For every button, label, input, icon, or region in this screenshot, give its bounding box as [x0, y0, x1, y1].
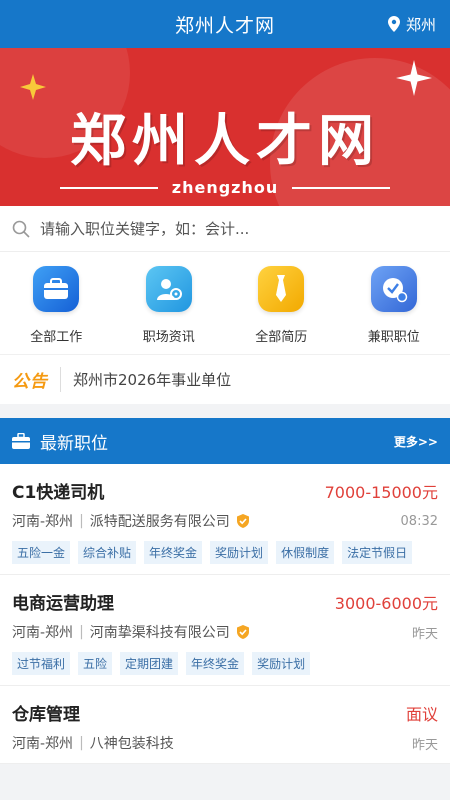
job-tags: 五险一金 综合补贴 年终奖金 奖励计划 休假制度 法定节假日: [12, 541, 438, 564]
job-title: 仓库管理: [12, 705, 80, 725]
banner-subtitle-row: zhengzhou: [60, 178, 391, 197]
announcement-badge: 公告: [12, 367, 61, 392]
location-pin-icon: [387, 16, 400, 32]
job-location: 河南-郑州: [12, 625, 74, 641]
quick-link-label: 全部工作: [30, 330, 83, 345]
page-title: 郑州人才网: [174, 14, 275, 37]
job-post-time: 昨天: [411, 737, 438, 753]
job-location: 河南-郑州: [12, 736, 74, 752]
company-name: 八神包装科技: [89, 736, 174, 752]
user-info-icon: [145, 266, 192, 312]
announcement-text[interactable]: 郑州市2026年事业单位: [73, 369, 231, 390]
job-tag: 休假制度: [276, 541, 335, 564]
briefcase-icon: [12, 433, 30, 449]
latest-jobs-header: 最新职位 更多>>: [0, 418, 450, 464]
job-tag: 过节福利: [12, 652, 71, 675]
quick-link-career-news[interactable]: 职场资讯: [124, 266, 214, 345]
job-tag: 综合补贴: [78, 541, 137, 564]
banner-subtitle: zhengzhou: [171, 178, 279, 197]
job-location: 河南-郑州: [12, 514, 74, 530]
job-card[interactable]: 电商运营助理 3000-6000元 河南-郑州 | 河南挚渠科技有限公司 昨天 …: [0, 575, 450, 686]
job-tag: 年终奖金: [186, 652, 245, 675]
separator: |: [79, 513, 84, 529]
tie-icon: [258, 266, 305, 312]
briefcase-icon: [33, 266, 80, 312]
quick-link-label: 职场资讯: [142, 330, 195, 345]
star-icon: [396, 60, 432, 96]
quick-link-label: 兼职职位: [367, 330, 420, 345]
job-tag: 五险: [78, 652, 113, 675]
separator: |: [79, 735, 84, 751]
job-post-time: 08:32: [400, 513, 438, 529]
quick-link-all-resumes[interactable]: 全部简历: [236, 266, 326, 345]
job-salary: 面议: [405, 704, 438, 724]
job-salary: 3000-6000元: [334, 593, 438, 613]
job-card[interactable]: C1快递司机 7000-15000元 河南-郑州 | 派特配送服务有限公司 08…: [0, 464, 450, 575]
company-name: 河南挚渠科技有限公司: [89, 625, 230, 641]
job-tag: 定期团建: [120, 652, 179, 675]
app-header: 郑州人才网 郑州: [0, 0, 450, 48]
city-selector[interactable]: 郑州: [387, 0, 436, 48]
job-title: 电商运营助理: [12, 594, 114, 614]
job-post-time: 昨天: [411, 626, 438, 642]
job-tag: 奖励计划: [210, 541, 269, 564]
job-tags: 过节福利 五险 定期团建 年终奖金 奖励计划: [12, 652, 438, 675]
job-title: C1快递司机: [12, 483, 105, 503]
search-input[interactable]: 请输入职位关键字，如：会计...: [40, 218, 249, 239]
banner[interactable]: 郑州人才网 zhengzhou: [0, 48, 450, 206]
announcement-bar[interactable]: 公告 郑州市2026年事业单位: [0, 354, 450, 404]
divider: [292, 186, 391, 189]
more-link[interactable]: 更多>>: [394, 433, 438, 450]
job-salary: 7000-15000元: [324, 482, 438, 502]
quick-link-part-time[interactable]: 兼职职位: [349, 266, 439, 345]
job-tag: 奖励计划: [252, 652, 311, 675]
quick-link-all-jobs[interactable]: 全部工作: [11, 266, 101, 345]
quick-link-label: 全部简历: [255, 330, 308, 345]
verified-badge-icon: [236, 514, 249, 528]
search-bar[interactable]: 请输入职位关键字，如：会计...: [0, 206, 450, 252]
banner-title: 郑州人才网: [70, 109, 380, 174]
search-icon: [12, 220, 30, 238]
job-tag: 五险一金: [12, 541, 71, 564]
quick-links: 全部工作 职场资讯 全部简历 兼职职位: [0, 252, 450, 354]
job-tag: 法定节假日: [342, 541, 413, 564]
job-tag: 年终奖金: [144, 541, 203, 564]
section-title: 最新职位: [40, 433, 108, 454]
company-name: 派特配送服务有限公司: [89, 514, 230, 530]
city-label: 郑州: [405, 15, 436, 34]
verified-badge-icon: [236, 625, 249, 639]
divider: [60, 186, 158, 189]
job-card[interactable]: 仓库管理 面议 河南-郑州 | 八神包装科技 昨天: [0, 686, 450, 764]
clock-check-icon: [370, 266, 417, 312]
separator: |: [79, 624, 84, 640]
